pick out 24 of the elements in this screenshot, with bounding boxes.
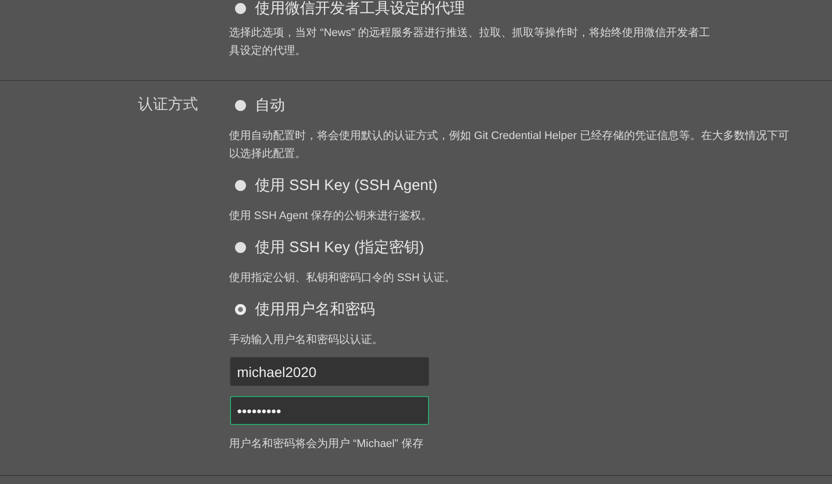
section-label: 认证方式 [138, 95, 198, 115]
password-field[interactable]: ••••••••• [230, 396, 429, 425]
radio-option[interactable]: 使用 SSH Key (指定密钥) [235, 233, 832, 261]
save-note: 用户名和密码将会为用户 “Michael” 保存 [229, 436, 424, 452]
radio-option[interactable]: 使用微信开发者工具设定的代理 [235, 0, 832, 16]
option-label: 使用用户名和密码 [255, 300, 375, 318]
option-label: 使用微信开发者工具设定的代理 [255, 0, 465, 18]
option-description: 使用 SSH Agent 保存的公钥来进行鉴权。 [229, 209, 433, 224]
option-description: 选择此选项，当对 “News” 的远程服务器进行推送、拉取、抓取等操作时，将始终使用微信开发者工具设定的代理。 [229, 26, 711, 59]
radio-button[interactable] [235, 100, 246, 110]
option-description: 手动输入用户名和密码以认证。 [229, 332, 384, 348]
radio-button[interactable] [235, 304, 246, 314]
option-description: 使用自动配置时，将会使用默认的认证方式，例如 Git Credential Helper 已经存储的凭证信息等。在大多数情况下可以选择此配置。 [229, 128, 789, 162]
option-label: 自动 [255, 96, 285, 114]
radio-option[interactable]: 自动 [235, 91, 832, 119]
option-description: 使用指定公钥、私钥和密码口令的 SSH 认证。 [229, 270, 457, 286]
option-label: 使用 SSH Key (SSH Agent) [255, 176, 438, 194]
radio-button[interactable] [235, 180, 246, 190]
username-field[interactable]: michael2020 [230, 357, 429, 386]
option-label: 使用 SSH Key (指定密钥) [255, 238, 424, 256]
radio-option[interactable]: 使用用户名和密码 [235, 295, 832, 323]
radio-button[interactable] [235, 2, 246, 14]
radio-button[interactable] [235, 242, 246, 252]
radio-option[interactable]: 使用 SSH Key (SSH Agent) [235, 171, 832, 199]
